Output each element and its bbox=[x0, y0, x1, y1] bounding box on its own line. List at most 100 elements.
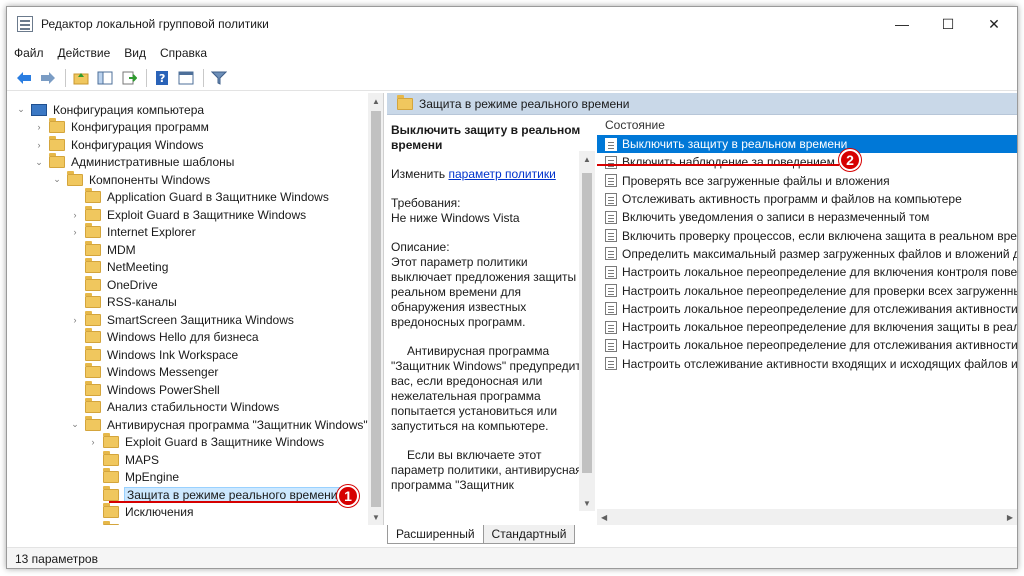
chevron-down-icon[interactable]: ⌄ bbox=[69, 419, 81, 430]
tree-item[interactable]: › Internet Explorer bbox=[69, 223, 196, 241]
tree-item[interactable]: Windows Hello для бизнеса bbox=[69, 328, 259, 346]
tree-item[interactable]: › Exploit Guard в Защитнике Windows bbox=[87, 433, 324, 451]
folder-icon bbox=[85, 398, 101, 413]
tree-item[interactable]: Windows PowerShell bbox=[69, 380, 220, 398]
tree-scrollbar[interactable]: ▲ ▼ bbox=[368, 93, 383, 525]
tree-item[interactable]: RSS-каналы bbox=[69, 293, 177, 311]
setting-row[interactable]: Настроить отслеживание активности входящ… bbox=[597, 355, 1017, 373]
settings-hscroll[interactable]: ◀ ▶ bbox=[597, 509, 1017, 525]
chevron-down-icon[interactable]: ⌄ bbox=[15, 104, 27, 115]
setting-row[interactable]: Настроить локальное переопределение для … bbox=[597, 336, 1017, 354]
setting-row[interactable]: Настроить локальное переопределение для … bbox=[597, 263, 1017, 281]
tree-item[interactable]: Исправление bbox=[87, 520, 199, 525]
tree-item-label: Анализ стабильности Windows bbox=[107, 400, 280, 414]
tree-item-label: MDM bbox=[107, 242, 136, 257]
setting-row[interactable]: Проверять все загруженные файлы и вложен… bbox=[597, 172, 1017, 190]
setting-label: Включить проверку процессов, если включе… bbox=[622, 228, 1017, 243]
back-button[interactable] bbox=[13, 67, 35, 89]
tree-item-label: Исключения bbox=[125, 505, 194, 519]
scroll-down-icon[interactable]: ▼ bbox=[579, 495, 595, 511]
minimize-button[interactable]: — bbox=[879, 7, 925, 41]
extended-view-button[interactable] bbox=[175, 67, 197, 89]
ext-req-value: Не ниже Windows Vista bbox=[391, 211, 520, 225]
tree-item[interactable]: MDM bbox=[69, 240, 136, 258]
setting-row[interactable]: Отслеживать активность программ и файлов… bbox=[597, 190, 1017, 208]
chevron-right-icon[interactable]: › bbox=[69, 227, 81, 237]
edit-policy-link[interactable]: параметр политики bbox=[448, 167, 555, 181]
tree-item[interactable]: ⌄ Административные шаблоны bbox=[33, 153, 234, 171]
tree-item[interactable]: Application Guard в Защитнике Windows bbox=[69, 188, 329, 206]
tree-scroll-thumb[interactable] bbox=[371, 111, 381, 507]
extended-view-icon bbox=[178, 71, 194, 84]
forward-arrow-icon bbox=[41, 71, 55, 84]
setting-row[interactable]: Включить проверку процессов, если включе… bbox=[597, 226, 1017, 244]
scroll-down-icon[interactable]: ▼ bbox=[368, 509, 383, 525]
folder-icon bbox=[103, 450, 119, 466]
up-level-button[interactable] bbox=[70, 67, 92, 89]
tree-item[interactable]: ⌄ Конфигурация компьютера bbox=[15, 101, 204, 118]
setting-row[interactable]: Выключить защиту в реальном времени bbox=[597, 135, 1017, 154]
column-header-state[interactable]: Состояние bbox=[597, 115, 1017, 135]
tree-item[interactable]: ⌄ Компоненты Windows bbox=[51, 170, 210, 188]
policy-setting-icon bbox=[605, 284, 617, 298]
scroll-up-icon[interactable]: ▲ bbox=[579, 151, 595, 167]
tree-item[interactable]: MAPS bbox=[87, 450, 159, 468]
tree-item[interactable]: NetMeeting bbox=[69, 258, 169, 276]
folder-icon bbox=[103, 485, 119, 501]
forward-button[interactable] bbox=[37, 67, 59, 89]
tree-item-label: NetMeeting bbox=[107, 260, 169, 274]
tree-item-label: Internet Explorer bbox=[107, 225, 196, 239]
export-list-button[interactable] bbox=[118, 67, 140, 89]
chevron-right-icon[interactable]: › bbox=[33, 140, 45, 150]
setting-row[interactable]: Настроить локальное переопределение для … bbox=[597, 281, 1017, 299]
tree-item[interactable]: › Конфигурация Windows bbox=[33, 135, 204, 153]
tree-item-label: RSS-каналы bbox=[107, 295, 177, 309]
folder-icon bbox=[85, 258, 101, 273]
tree-item[interactable]: Windows Ink Workspace bbox=[69, 345, 238, 363]
maximize-button[interactable]: ☐ bbox=[925, 7, 971, 41]
chevron-right-icon[interactable]: › bbox=[69, 315, 81, 325]
tree-item[interactable]: › Exploit Guard в Защитнике Windows bbox=[69, 205, 306, 223]
setting-row[interactable]: Включить уведомления о записи в неразмеч… bbox=[597, 208, 1017, 226]
scroll-left-icon[interactable]: ◀ bbox=[601, 513, 607, 522]
setting-label: Настроить локальное переопределение для … bbox=[622, 320, 1017, 335]
scroll-up-icon[interactable]: ▲ bbox=[368, 93, 383, 109]
tree-item[interactable]: Windows Messenger bbox=[69, 363, 218, 381]
menu-file[interactable]: Файл bbox=[7, 46, 51, 60]
menu-help[interactable]: Справка bbox=[153, 46, 214, 60]
chevron-down-icon[interactable]: ⌄ bbox=[33, 157, 45, 168]
setting-row[interactable]: Настроить локальное переопределение для … bbox=[597, 300, 1017, 318]
tree-item[interactable]: MpEngine bbox=[87, 468, 179, 486]
tree-item[interactable]: OneDrive bbox=[69, 275, 158, 293]
close-button[interactable]: ✕ bbox=[971, 7, 1017, 41]
chevron-right-icon[interactable]: › bbox=[87, 437, 99, 447]
tree-item[interactable]: › SmartScreen Защитника Windows bbox=[69, 310, 294, 328]
setting-row[interactable]: Включить наблюдение за поведением bbox=[597, 153, 1017, 171]
tab-extended[interactable]: Расширенный bbox=[387, 525, 484, 544]
setting-row[interactable]: Настроить локальное переопределение для … bbox=[597, 318, 1017, 336]
menu-action[interactable]: Действие bbox=[51, 46, 118, 60]
tree-item-label: Защита в режиме реального времени bbox=[123, 486, 341, 503]
tree-item[interactable]: › Конфигурация программ bbox=[33, 118, 209, 136]
ext-title: Выключить защиту в реальном времени bbox=[391, 123, 581, 152]
folder-icon bbox=[85, 205, 101, 221]
setting-label: Настроить локальное переопределение для … bbox=[622, 301, 1017, 316]
chevron-right-icon[interactable]: › bbox=[69, 210, 81, 220]
description-scrollbar[interactable]: ▲ ▼ bbox=[579, 151, 595, 511]
setting-row[interactable]: Определить максимальный размер загруженн… bbox=[597, 245, 1017, 263]
scroll-right-icon[interactable]: ▶ bbox=[1007, 513, 1013, 522]
tree-item[interactable]: Анализ стабильности Windows bbox=[69, 398, 280, 416]
menu-view[interactable]: Вид bbox=[117, 46, 153, 60]
help-button[interactable]: ? bbox=[151, 67, 173, 89]
tree-item[interactable]: ⌄ Антивирусная программа "Защитник Window… bbox=[69, 415, 368, 433]
tree-item[interactable]: Исключения bbox=[87, 503, 194, 521]
back-arrow-icon bbox=[17, 71, 31, 84]
chevron-down-icon[interactable]: ⌄ bbox=[51, 174, 63, 185]
show-hide-tree-button[interactable] bbox=[94, 67, 116, 89]
policy-setting-icon bbox=[605, 338, 617, 352]
chevron-right-icon[interactable]: › bbox=[33, 122, 45, 132]
folder-icon bbox=[85, 188, 101, 203]
tab-standard[interactable]: Стандартный bbox=[482, 525, 576, 544]
description-scroll-thumb[interactable] bbox=[582, 173, 592, 473]
filter-button[interactable] bbox=[208, 67, 230, 89]
